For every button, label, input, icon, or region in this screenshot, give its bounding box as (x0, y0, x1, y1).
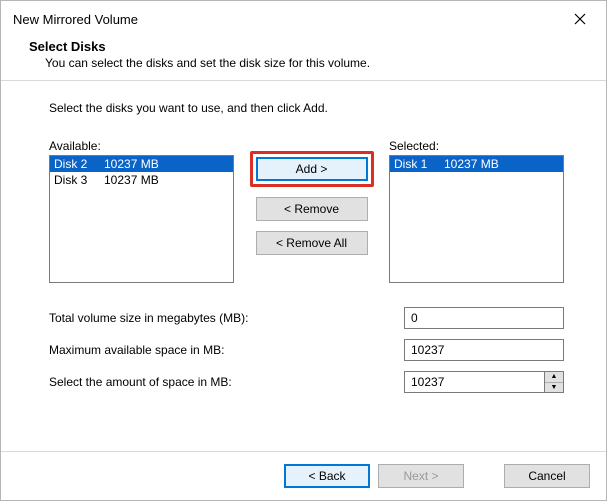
disk-name: Disk 1 (394, 157, 444, 171)
size-form: Total volume size in megabytes (MB): 0 M… (49, 307, 564, 393)
spin-buttons: ▲ ▼ (544, 371, 564, 393)
close-button[interactable] (564, 7, 596, 31)
back-button[interactable]: < Back (284, 464, 370, 488)
selected-label: Selected: (389, 139, 564, 153)
spacer (472, 464, 496, 488)
amount-label: Select the amount of space in MB: (49, 375, 404, 389)
page-heading: Select Disks (29, 39, 578, 54)
total-row: Total volume size in megabytes (MB): 0 (49, 307, 564, 329)
remove-all-button[interactable]: < Remove All (256, 231, 368, 255)
cancel-button[interactable]: Cancel (504, 464, 590, 488)
total-label: Total volume size in megabytes (MB): (49, 311, 404, 325)
add-highlight: Add > (250, 151, 374, 187)
available-label: Available: (49, 139, 234, 153)
page-header: Select Disks You can select the disks an… (1, 35, 606, 81)
page-subtext: You can select the disks and set the dis… (45, 56, 578, 70)
max-row: Maximum available space in MB: 10237 (49, 339, 564, 361)
disk-size: 10237 MB (444, 157, 499, 171)
disk-size: 10237 MB (104, 173, 159, 187)
disk-name: Disk 3 (54, 173, 104, 187)
titlebar: New Mirrored Volume (1, 1, 606, 35)
list-item[interactable]: Disk 110237 MB (390, 156, 563, 172)
disk-size: 10237 MB (104, 157, 159, 171)
list-item[interactable]: Disk 310237 MB (50, 172, 233, 188)
spin-up-button[interactable]: ▲ (545, 372, 563, 383)
amount-spinner: ▲ ▼ (404, 371, 564, 393)
total-value: 0 (404, 307, 564, 329)
spin-down-button[interactable]: ▼ (545, 383, 563, 393)
remove-button[interactable]: < Remove (256, 197, 368, 221)
instruction-text: Select the disks you want to use, and th… (49, 101, 564, 115)
amount-row: Select the amount of space in MB: ▲ ▼ (49, 371, 564, 393)
disk-name: Disk 2 (54, 157, 104, 171)
amount-input[interactable] (404, 371, 544, 393)
transfer-buttons: Add > < Remove < Remove All (234, 139, 389, 255)
available-column: Available: Disk 210237 MBDisk 310237 MB (49, 139, 234, 283)
close-icon (574, 13, 586, 25)
max-label: Maximum available space in MB: (49, 343, 404, 357)
wizard-window: New Mirrored Volume Select Disks You can… (0, 0, 607, 501)
max-value: 10237 (404, 339, 564, 361)
content-area: Select the disks you want to use, and th… (1, 81, 606, 451)
selected-listbox[interactable]: Disk 110237 MB (389, 155, 564, 283)
selected-column: Selected: Disk 110237 MB (389, 139, 564, 283)
add-button[interactable]: Add > (256, 157, 368, 181)
list-item[interactable]: Disk 210237 MB (50, 156, 233, 172)
window-title: New Mirrored Volume (13, 12, 138, 27)
next-button[interactable]: Next > (378, 464, 464, 488)
wizard-footer: < Back Next > Cancel (1, 451, 606, 500)
available-listbox[interactable]: Disk 210237 MBDisk 310237 MB (49, 155, 234, 283)
disk-selection-row: Available: Disk 210237 MBDisk 310237 MB … (49, 139, 564, 283)
